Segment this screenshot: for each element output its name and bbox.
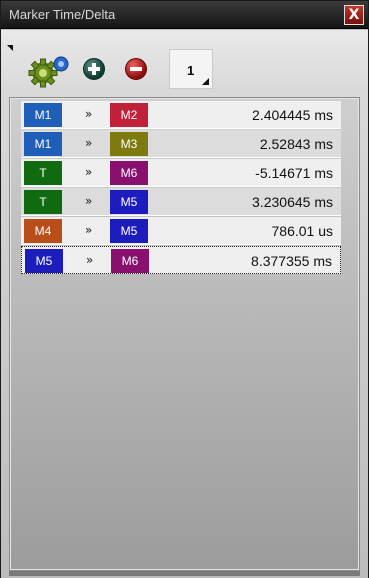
- delta-value: 2.404445 ms: [252, 107, 333, 123]
- list-bottom-edge: [9, 571, 360, 576]
- delta-value: 786.01 us: [271, 223, 334, 239]
- gear-icon[interactable]: [28, 54, 72, 88]
- to-marker-tag: M6: [110, 161, 148, 185]
- delta-value: 8.377355 ms: [251, 253, 332, 269]
- delta-separator: »: [85, 136, 93, 150]
- from-marker-tag: M4: [24, 219, 62, 243]
- delta-value: -5.14671 ms: [255, 165, 333, 181]
- delta-value: 2.52843 ms: [259, 136, 333, 152]
- from-marker-tag: M5: [25, 249, 63, 273]
- to-marker-tag: M5: [110, 190, 148, 214]
- from-marker-tag: M1: [24, 132, 62, 156]
- to-marker-tag: M5: [110, 219, 148, 243]
- window-title: Marker Time/Delta: [9, 7, 116, 22]
- from-marker-tag: M1: [24, 103, 62, 127]
- delta-separator: »: [85, 223, 93, 237]
- delta-row[interactable]: T » M5 3.230645 ms: [21, 188, 341, 216]
- delta-row[interactable]: M1 » M2 2.404445 ms: [21, 101, 341, 129]
- to-marker-tag: M3: [110, 132, 148, 156]
- title-bar[interactable]: Marker Time/Delta X: [1, 1, 368, 29]
- add-marker-button[interactable]: [83, 58, 105, 80]
- close-button[interactable]: X: [344, 5, 364, 25]
- marker-count-value: 1: [187, 63, 195, 78]
- collapse-arrow-icon[interactable]: [7, 45, 13, 51]
- delta-separator: »: [85, 107, 93, 121]
- to-marker-tag: M2: [110, 103, 148, 127]
- delta-row[interactable]: T » M6 -5.14671 ms: [21, 159, 341, 187]
- delta-value: 3.230645 ms: [252, 194, 333, 210]
- remove-marker-button[interactable]: [125, 58, 147, 80]
- to-marker-tag: M6: [111, 249, 149, 273]
- delta-list[interactable]: M1 » M2 2.404445 ms M1 » M3 2.52843 ms T…: [9, 97, 360, 571]
- delta-separator: »: [86, 253, 94, 267]
- marker-count-dropdown[interactable]: 1: [169, 49, 213, 89]
- delta-separator: »: [85, 165, 93, 179]
- dropdown-arrow-icon: [202, 78, 209, 85]
- delta-separator: »: [85, 194, 93, 208]
- from-marker-tag: T: [24, 161, 62, 185]
- delta-row-selected[interactable]: M5 » M6 8.377355 ms: [21, 246, 341, 274]
- from-marker-tag: T: [24, 190, 62, 214]
- delta-row[interactable]: M4 » M5 786.01 us: [21, 217, 341, 245]
- delta-row[interactable]: M1 » M3 2.52843 ms: [21, 130, 341, 158]
- marker-time-delta-window: Marker Time/Delta X 1 M1 » M2 2.404445 m…: [0, 0, 369, 578]
